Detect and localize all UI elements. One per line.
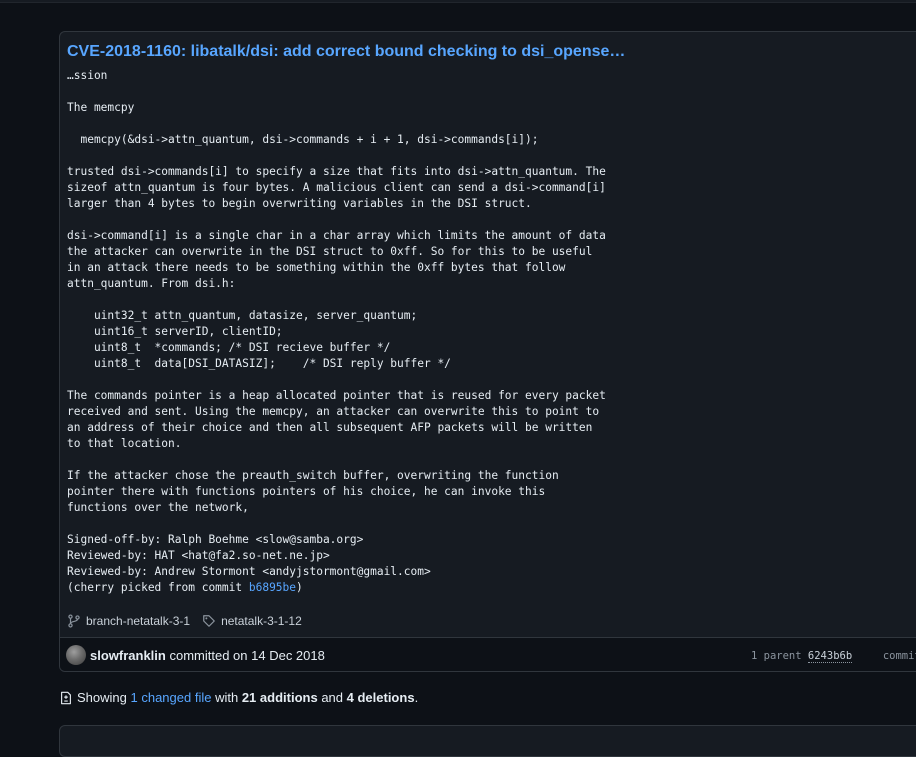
commit-label: commit <box>882 650 916 662</box>
commit-footer: slowfranklin committed on 14 Dec 2018 1 … <box>60 637 916 671</box>
git-branch-icon <box>68 614 80 628</box>
avatar[interactable] <box>66 645 86 665</box>
tag-ref[interactable]: netatalk-3-1-12 <box>202 614 302 628</box>
commit-date: committed on 14 Dec 2018 <box>169 648 325 663</box>
file-diff-panel <box>59 725 916 757</box>
file-diff-icon <box>61 691 71 704</box>
commit-title[interactable]: CVE-2018-1160: libatalk/dsi: add correct… <box>67 43 625 61</box>
parent-label: 1 parent <box>751 650 802 662</box>
cherry-pick-suffix: ) <box>296 581 303 594</box>
changed-files-link[interactable]: 1 changed file <box>131 690 212 705</box>
commit-panel: CVE-2018-1160: libatalk/dsi: add correct… <box>59 31 916 672</box>
top-bar <box>0 0 916 3</box>
cherry-pick-sha-link[interactable]: b6895be <box>249 581 296 594</box>
tag-name: netatalk-3-1-12 <box>221 614 302 628</box>
commit-meta: 1 parent 6243b6b commit 75 <box>751 650 916 663</box>
summary-with: with <box>215 690 239 705</box>
tag-icon <box>203 615 215 627</box>
diff-summary: Showing 1 changed file with 21 additions… <box>59 690 418 705</box>
commit-description-body: …ssion The memcpy memcpy(&dsi->attn_quan… <box>67 69 606 578</box>
summary-period: . <box>414 690 419 705</box>
additions-count: 21 additions <box>241 690 318 705</box>
summary-showing: Showing <box>77 690 127 705</box>
branch-name: branch-netatalk-3-1 <box>86 614 191 628</box>
cherry-pick-prefix: (cherry picked from commit <box>67 581 249 594</box>
parent-sha-link[interactable]: 6243b6b <box>807 650 853 663</box>
commit-description: …ssion The memcpy memcpy(&dsi->attn_quan… <box>67 68 606 596</box>
deletions-count: 4 deletions <box>346 690 415 705</box>
commit-refs: branch-netatalk-3-1 netatalk-3-1-12 <box>67 614 314 628</box>
branch-ref[interactable]: branch-netatalk-3-1 <box>67 614 190 628</box>
author-link[interactable]: slowfranklin <box>90 648 166 663</box>
commit-author-line: slowfranklin committed on 14 Dec 2018 <box>90 648 325 663</box>
summary-and: and <box>321 690 344 705</box>
